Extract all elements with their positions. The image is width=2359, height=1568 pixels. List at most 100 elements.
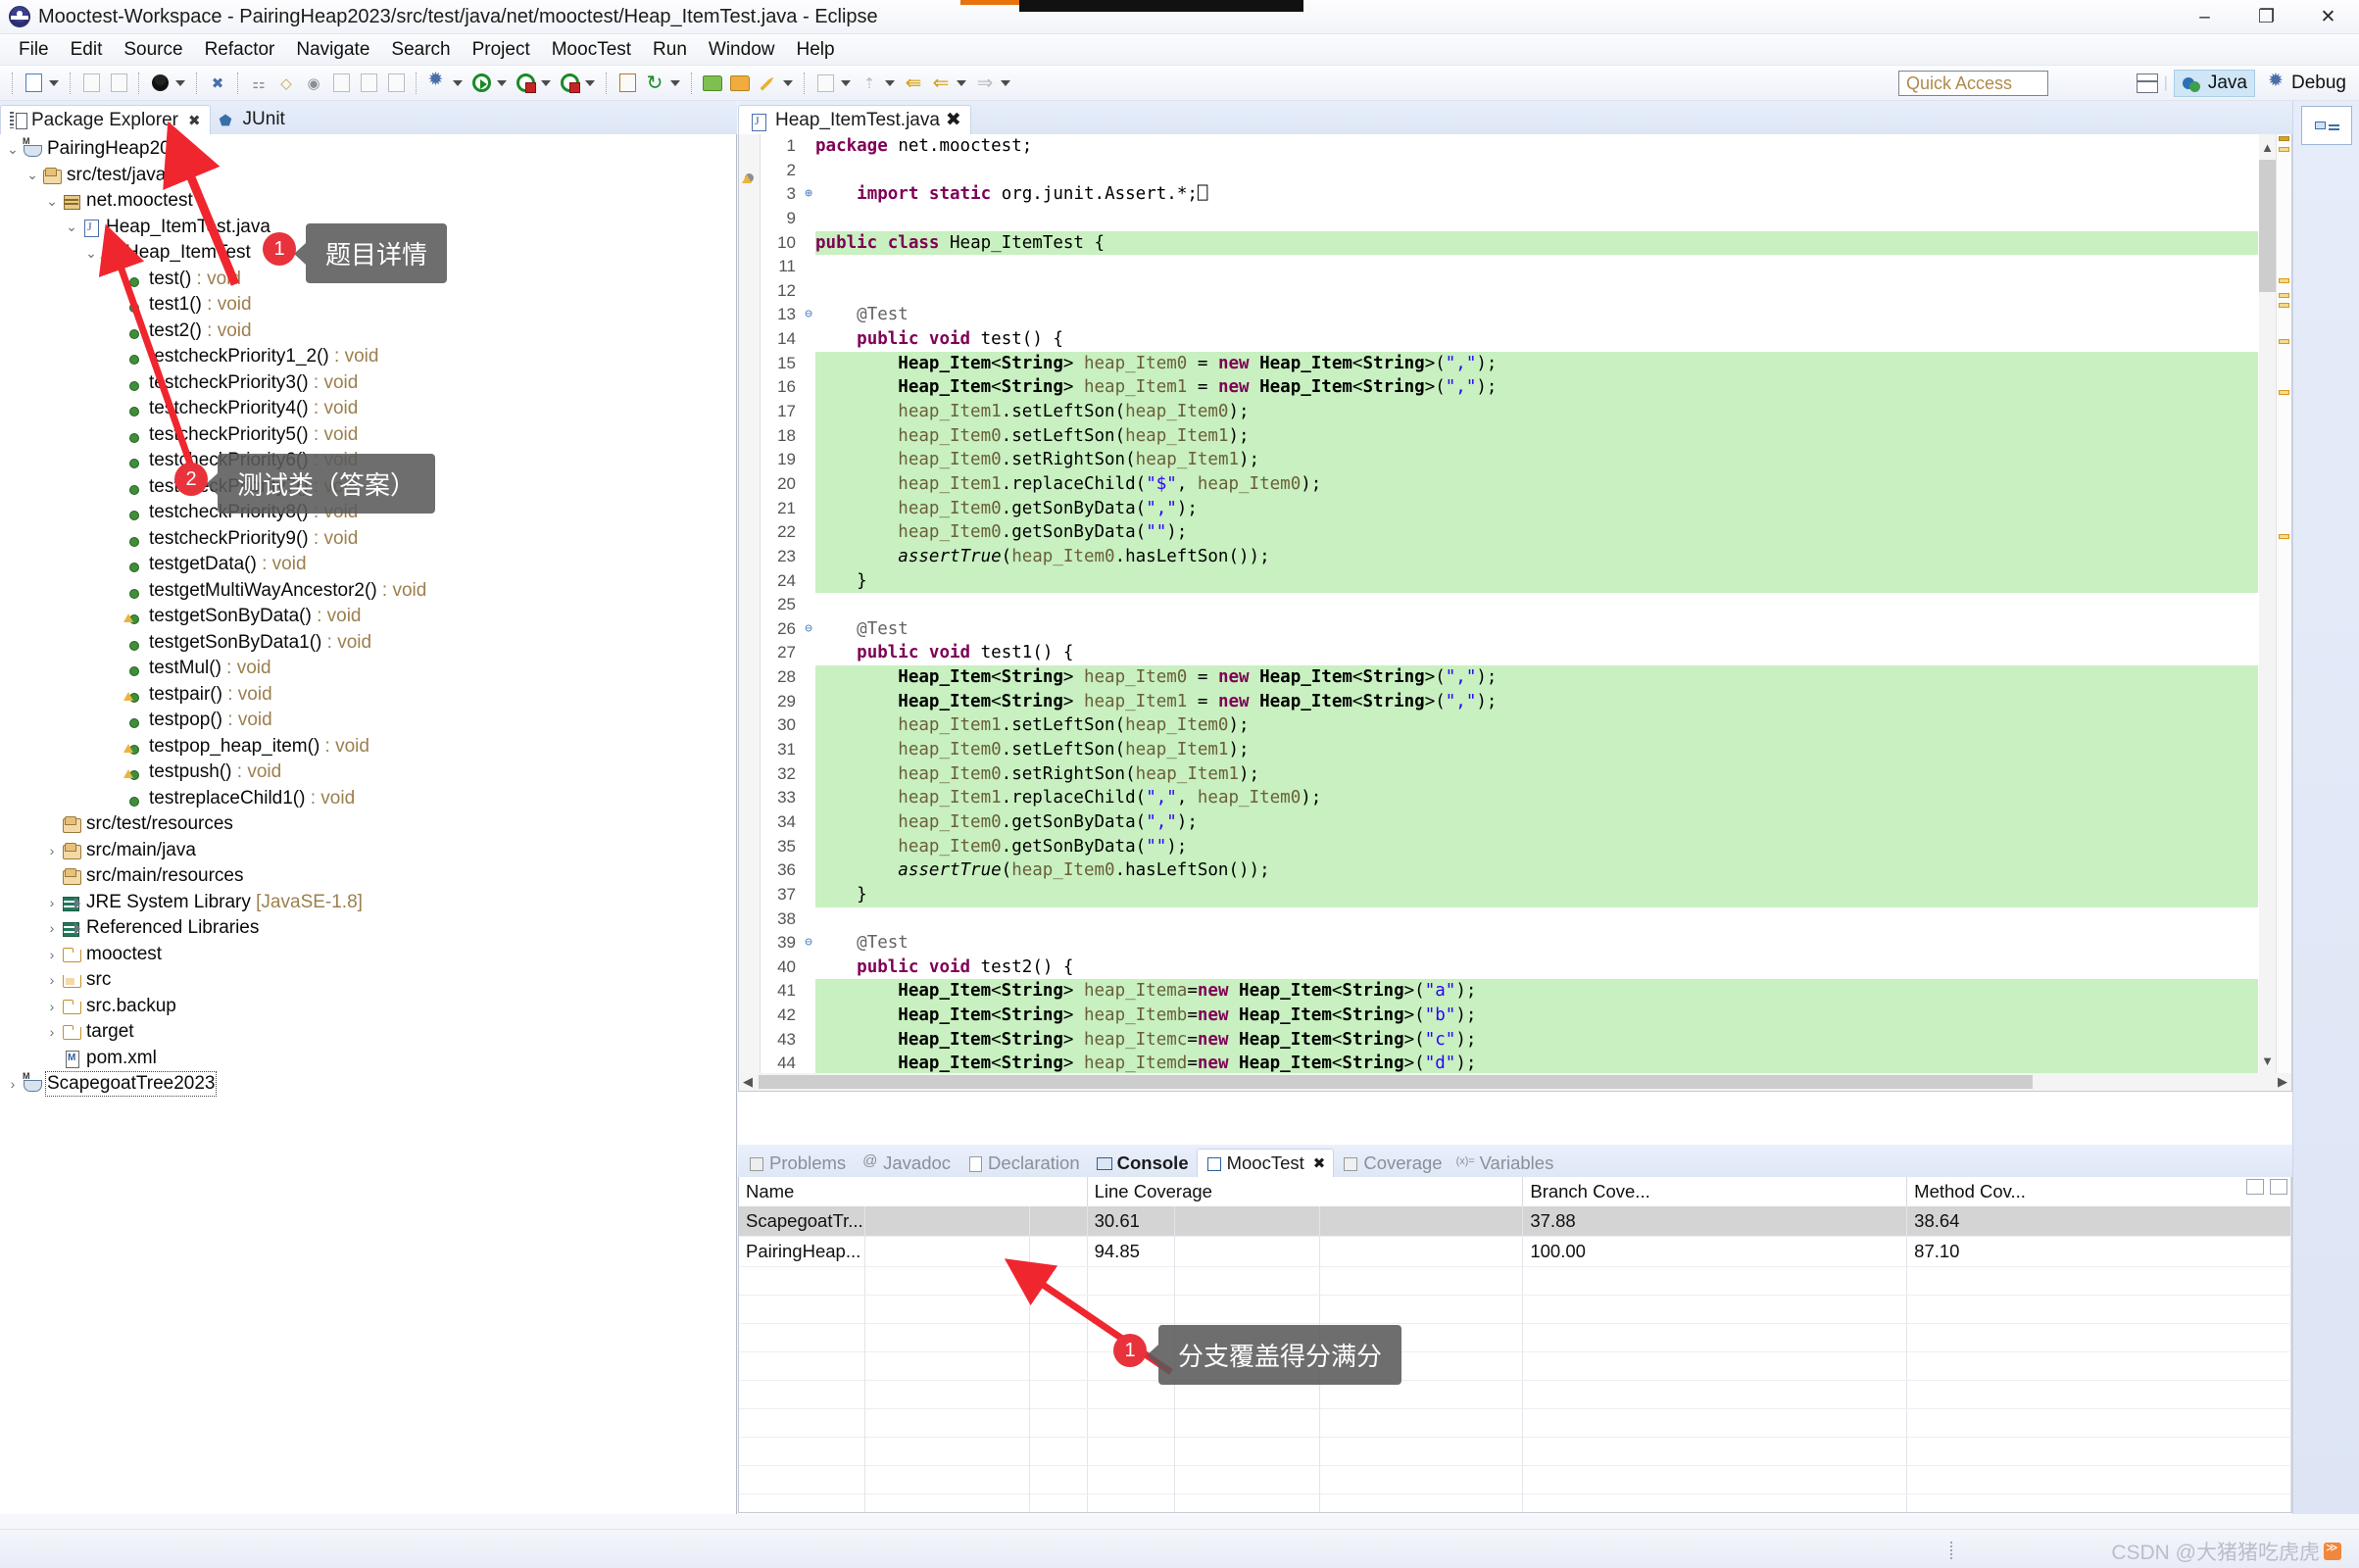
bottom-tab-coverage[interactable]: Coverage	[1334, 1149, 1450, 1177]
fold-toggle-icon[interactable]: ⊕	[802, 182, 815, 207]
bottom-tab-problems[interactable]: Problems	[740, 1149, 854, 1177]
chevron-down-icon[interactable]: ⌄	[4, 141, 22, 158]
new-wizard-icon[interactable]	[22, 72, 45, 95]
forward-nav-icon[interactable]: ⇒	[973, 72, 997, 95]
menu-search[interactable]: Search	[380, 37, 461, 63]
editor-marker-column[interactable]	[739, 134, 761, 1091]
tree-item-testpop[interactable]: ·testpop() : void	[0, 708, 736, 734]
chevron-right-icon[interactable]: ›	[43, 920, 61, 936]
fold-toggle-icon[interactable]: ⊖	[802, 303, 815, 327]
scroll-down-icon[interactable]: ▼	[2259, 1048, 2276, 1073]
bottom-tab-close-icon[interactable]: ✖	[1313, 1154, 1326, 1172]
overview-marker[interactable]	[2279, 136, 2289, 141]
tree-item-mooctest[interactable]: ›mooctest	[0, 942, 736, 968]
code-line[interactable]: 27 public void test1() {	[761, 641, 2258, 665]
column-header[interactable]: Line Coverage	[1087, 1177, 1523, 1206]
status-resize-handle[interactable]	[1950, 1542, 1953, 1559]
code-line[interactable]: 28 Heap_Item<String> heap_Item0 = new He…	[761, 665, 2258, 690]
tree-item-target[interactable]: ›target	[0, 1019, 736, 1046]
perspective-java[interactable]: Java	[2174, 70, 2255, 97]
tree-item-test2[interactable]: ·test2() : void	[0, 318, 736, 345]
fold-toggle-icon[interactable]: ⊖	[802, 617, 815, 642]
code-line[interactable]: 39⊖ @Test	[761, 931, 2258, 956]
folder-icon[interactable]	[728, 72, 752, 95]
bottom-tab-variables[interactable]: Variables	[1450, 1149, 1562, 1177]
debug-dropdown-icon[interactable]	[451, 73, 465, 94]
code-line[interactable]: 43 Heap_Item<String> heap_Itemc=new Heap…	[761, 1028, 2258, 1053]
code-line[interactable]: 41 Heap_Item<String> heap_Itema=new Heap…	[761, 979, 2258, 1004]
code-line[interactable]: 42 Heap_Item<String> heap_Itemb=new Heap…	[761, 1004, 2258, 1028]
editor-overview-ruler[interactable]	[2276, 134, 2291, 1073]
link-editor-icon[interactable]: ✖	[206, 72, 229, 95]
previous-annotation-dropdown-icon[interactable]	[883, 73, 897, 94]
code-line[interactable]: 24 }	[761, 569, 2258, 594]
code-editor[interactable]: 1package net.mooctest;23⊕ import static …	[738, 134, 2292, 1092]
vertical-scroll-thumb[interactable]	[2259, 160, 2276, 292]
open-folder-icon[interactable]	[701, 72, 724, 95]
code-line[interactable]: 18 heap_Item0.setLeftSon(heap_Item1);	[761, 424, 2258, 449]
outline-view-icon[interactable]	[2301, 106, 2352, 145]
editor-tab-heap-itemtest[interactable]: Heap_ItemTest.java ✖	[738, 105, 971, 134]
debug-icon[interactable]	[425, 72, 449, 95]
tree-item-testcheckpriority9[interactable]: ·testcheckPriority9() : void	[0, 526, 736, 553]
tree-item-testcheckpriority5[interactable]: ·testcheckPriority5() : void	[0, 422, 736, 449]
save-icon[interactable]	[79, 72, 103, 95]
menu-file[interactable]: File	[8, 37, 60, 63]
chevron-right-icon[interactable]: ›	[4, 1076, 22, 1092]
back-icon[interactable]: ⇚	[902, 72, 925, 95]
code-line[interactable]: 38	[761, 907, 2258, 932]
run-dropdown-icon[interactable]	[495, 73, 509, 94]
bottom-tab-console[interactable]: Console	[1088, 1149, 1197, 1177]
maximize-view-icon[interactable]	[2270, 1179, 2287, 1195]
code-line[interactable]: 30 heap_Item1.setLeftSon(heap_Item0);	[761, 713, 2258, 738]
code-line[interactable]: 21 heap_Item0.getSonByData(",");	[761, 497, 2258, 521]
code-line[interactable]: 25	[761, 593, 2258, 617]
column-header[interactable]: Method Cov...	[1907, 1177, 2291, 1206]
tree-item-src-test-java[interactable]: ⌄src/test/java	[0, 163, 736, 189]
refresh-dropdown-icon[interactable]	[668, 73, 682, 94]
minimize-view-icon[interactable]	[2246, 1179, 2264, 1195]
quick-access-input[interactable]: Quick Access	[1898, 71, 2048, 96]
tree-item-testpush[interactable]: ·testpush() : void	[0, 760, 736, 786]
overview-marker[interactable]	[2279, 534, 2289, 539]
menu-project[interactable]: Project	[462, 37, 541, 63]
overview-marker[interactable]	[2279, 339, 2289, 344]
column-header[interactable]: Branch Cove...	[1523, 1177, 1907, 1206]
tree-item-test1[interactable]: ·test1() : void	[0, 292, 736, 318]
save-all-icon[interactable]	[107, 72, 130, 95]
perspective-debug[interactable]: Debug	[2261, 71, 2353, 96]
menu-mooctest[interactable]: MoocTest	[541, 37, 642, 63]
fold-toggle-icon[interactable]: ⊖	[802, 931, 815, 956]
new-dropdown-icon[interactable]	[47, 73, 61, 94]
editor-vertical-scrollbar[interactable]: ▲ ▼	[2259, 134, 2276, 1073]
user-dropdown-icon[interactable]	[173, 73, 187, 94]
code-line[interactable]: 17 heap_Item1.setLeftSon(heap_Item0);	[761, 400, 2258, 424]
code-line[interactable]: 12	[761, 279, 2258, 304]
run-icon[interactable]	[469, 72, 493, 95]
table-row[interactable]: PairingHeap...94.85100.0087.10	[739, 1237, 2291, 1267]
left-tab-package-explorer[interactable]: Package Explorer✖	[0, 105, 211, 134]
tree-item-testcheckpriority4[interactable]: ·testcheckPriority4() : void	[0, 396, 736, 422]
forward-icon[interactable]: ⇐	[929, 72, 953, 95]
code-line[interactable]: 35 heap_Item0.getSonByData("");	[761, 835, 2258, 859]
paragraph-icon[interactable]	[384, 72, 408, 95]
code-line[interactable]: 15 Heap_Item<String> heap_Item0 = new He…	[761, 352, 2258, 376]
code-line[interactable]: 36 assertTrue(heap_Item0.hasLeftSon());	[761, 858, 2258, 883]
minimize-button[interactable]: –	[2174, 0, 2236, 34]
package-explorer-body[interactable]: ⌄PairingHeap2023⌄src/test/java⌄net.mooct…	[0, 134, 737, 1514]
code-line[interactable]: 20 heap_Item1.replaceChild("$", heap_Ite…	[761, 472, 2258, 497]
bottom-tab-mooctest[interactable]: MoocTest✖	[1197, 1149, 1335, 1177]
menu-edit[interactable]: Edit	[60, 37, 114, 63]
tree-item-scapegoattree2023[interactable]: ›ScapegoatTree2023	[0, 1071, 736, 1098]
code-line[interactable]: 29 Heap_Item<String> heap_Item1 = new He…	[761, 690, 2258, 714]
scroll-right-icon[interactable]: ▶	[2278, 1074, 2287, 1090]
open-type-icon[interactable]	[329, 72, 353, 95]
overview-marker[interactable]	[2279, 293, 2289, 298]
new-package-icon[interactable]: ◉	[302, 72, 325, 95]
bottom-tab-javadoc[interactable]: Javadoc	[854, 1149, 958, 1177]
code-line[interactable]: 23 assertTrue(heap_Item0.hasLeftSon());	[761, 545, 2258, 569]
code-line[interactable]: 16 Heap_Item<String> heap_Item1 = new He…	[761, 375, 2258, 400]
scroll-left-icon[interactable]: ◀	[743, 1074, 753, 1090]
code-line[interactable]: 3⊕ import static org.junit.Assert.*;⎕	[761, 182, 2258, 207]
chevron-right-icon[interactable]: ›	[43, 947, 61, 962]
